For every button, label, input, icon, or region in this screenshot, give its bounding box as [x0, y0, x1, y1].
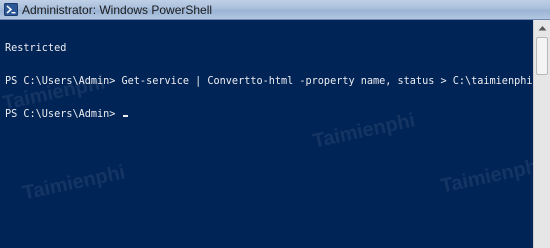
console-output[interactable]: Restricted PS C:\Users\Admin> Get-servic… — [0, 20, 533, 248]
powershell-icon — [4, 3, 18, 16]
console-prompt-line[interactable]: PS C:\Users\Admin> — [5, 109, 533, 120]
vertical-scrollbar[interactable] — [533, 20, 550, 248]
scrollbar-thumb[interactable] — [536, 37, 548, 75]
console-line: PS C:\Users\Admin> Get-service | Convert… — [5, 76, 533, 87]
console-line: Restricted — [5, 43, 67, 54]
powershell-window: Administrator: Windows PowerShell Restri… — [0, 0, 550, 248]
text-cursor — [122, 115, 128, 117]
console-prompt: PS C:\Users\Admin> — [5, 109, 122, 120]
window-title: Administrator: Windows PowerShell — [22, 3, 213, 17]
chevron-up-icon[interactable] — [535, 20, 550, 35]
title-bar[interactable]: Administrator: Windows PowerShell — [0, 0, 550, 20]
